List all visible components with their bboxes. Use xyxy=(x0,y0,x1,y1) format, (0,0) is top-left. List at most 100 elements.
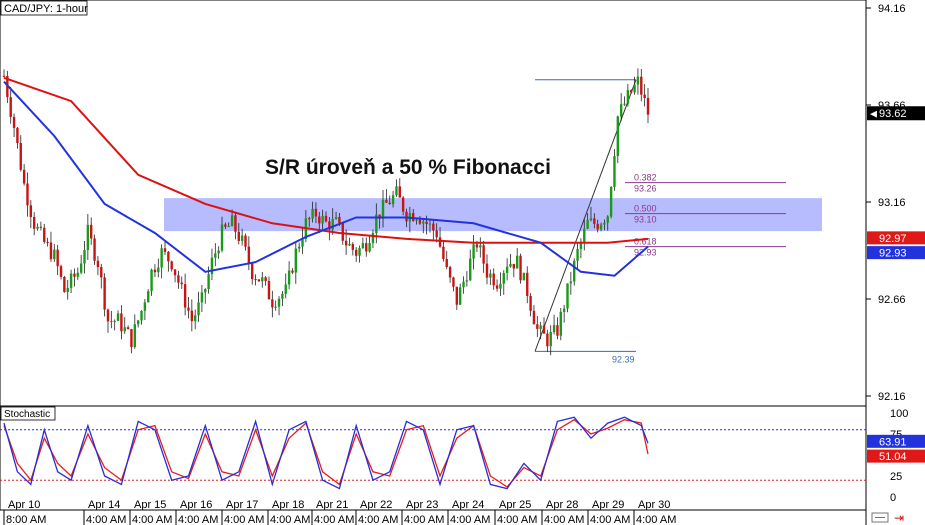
fib-level-price: 93.26 xyxy=(634,184,657,194)
candle-up xyxy=(207,274,210,290)
stochastic-d-marker: 51.04 xyxy=(867,449,925,463)
day-label: Apr 21 xyxy=(316,499,348,511)
candle-down xyxy=(170,261,173,270)
candle-up xyxy=(616,116,620,157)
candle-down xyxy=(46,241,49,243)
day-label: Apr 28 xyxy=(546,499,578,511)
candle-up xyxy=(589,218,593,221)
day-label: Apr 10 xyxy=(8,499,40,511)
candle-up xyxy=(609,186,613,217)
candle-up xyxy=(552,325,556,332)
candle-down xyxy=(438,237,442,247)
candle-down xyxy=(264,277,267,282)
candle-down xyxy=(532,310,536,325)
chart-canvas: 92.39 0.38293.26 0.50093.10 0.618 92.93 CAD/… xyxy=(0,0,925,525)
day-label: Apr 24 xyxy=(452,499,484,511)
ma-blue-marker: 92.93 xyxy=(867,246,925,260)
candle-down xyxy=(401,197,405,212)
candle-up xyxy=(287,270,291,285)
candle-up xyxy=(619,104,623,117)
candle-up xyxy=(479,245,482,248)
candle-up xyxy=(53,249,56,260)
candle-down xyxy=(308,218,311,220)
day-label: Apr 30 xyxy=(638,499,670,511)
candle-up xyxy=(391,195,395,205)
candle-up xyxy=(499,283,502,289)
candle-down xyxy=(22,169,26,184)
candle-up xyxy=(83,249,86,264)
candle-up xyxy=(227,226,230,228)
candle-down xyxy=(432,223,435,231)
headline-annotation: S/R úroveň a 50 % Fibonacci xyxy=(265,156,551,179)
candle-down xyxy=(448,266,452,278)
price-tick-label: 92.16 xyxy=(878,391,906,403)
candle-up xyxy=(358,247,361,256)
candle-down xyxy=(271,299,274,308)
stochastic-tick-label: 25 xyxy=(890,471,902,483)
candle-up xyxy=(193,315,197,322)
candle-up xyxy=(573,260,576,282)
candle-down xyxy=(130,329,133,348)
candle-down xyxy=(536,324,539,329)
current-price-value: 93.62 xyxy=(879,108,907,120)
candle-down xyxy=(492,273,495,286)
candle-up xyxy=(562,308,566,312)
stochastic-k-value: 63.91 xyxy=(879,436,907,448)
candle-up xyxy=(274,306,277,308)
day-label: Apr 17 xyxy=(226,499,258,511)
candle-down xyxy=(546,333,549,347)
candle-up xyxy=(277,298,281,307)
stochastic-k-marker: 63.91 xyxy=(867,434,925,448)
day-label: Apr 25 xyxy=(499,499,531,511)
candle-up xyxy=(301,238,304,247)
candle-down xyxy=(73,273,76,277)
stochastic-d-value: 51.04 xyxy=(879,451,907,463)
candle-up xyxy=(626,90,630,104)
candle-up xyxy=(123,327,126,332)
candle-up xyxy=(509,263,512,267)
time-label: 4:00 AM xyxy=(404,514,444,525)
candle-up xyxy=(415,219,418,221)
candle-up xyxy=(636,76,640,85)
time-label: 4:00 AM xyxy=(636,514,676,525)
stochastic-panel xyxy=(0,405,867,511)
candle-down xyxy=(512,263,516,269)
candle-down xyxy=(338,216,341,224)
candle-up xyxy=(422,221,425,224)
candle-down xyxy=(93,238,96,261)
stochastic-tick-label: 0 xyxy=(890,492,896,504)
candle-down xyxy=(63,276,66,293)
candle-up xyxy=(160,248,163,268)
candle-down xyxy=(405,211,408,222)
candle-down xyxy=(425,221,428,225)
candle-down xyxy=(56,249,59,267)
scroll-to-end-icon[interactable]: ⇥ xyxy=(894,511,904,525)
candle-up xyxy=(116,313,120,321)
candle-down xyxy=(173,269,177,276)
ma-red-marker: 92.97 xyxy=(867,231,925,245)
sr-zone xyxy=(164,198,822,232)
candle-up xyxy=(633,84,636,93)
candle-down xyxy=(247,246,251,264)
day-label: Apr 15 xyxy=(134,499,166,511)
candle-up xyxy=(261,277,264,282)
candle-up xyxy=(136,320,140,325)
current-price-marker: ◀ 93.62 xyxy=(867,106,925,121)
candle-up xyxy=(334,216,338,219)
price-tick-label: 92.66 xyxy=(878,294,906,306)
candle-down xyxy=(519,255,522,281)
fib-level-ratio: 0.500 xyxy=(634,204,657,214)
time-label: 4:00 AM xyxy=(544,514,584,525)
candle-down xyxy=(314,208,318,217)
candle-up xyxy=(566,283,569,309)
candle-down xyxy=(59,266,63,277)
candle-down xyxy=(153,269,157,273)
candle-down xyxy=(324,215,328,222)
day-label: Apr 29 xyxy=(592,499,624,511)
candle-down xyxy=(187,307,190,311)
candle-down xyxy=(354,249,358,256)
candle-down xyxy=(183,284,187,308)
candle-down xyxy=(126,327,130,330)
time-label: 4:00 AM xyxy=(450,514,490,525)
candle-up xyxy=(331,218,334,230)
